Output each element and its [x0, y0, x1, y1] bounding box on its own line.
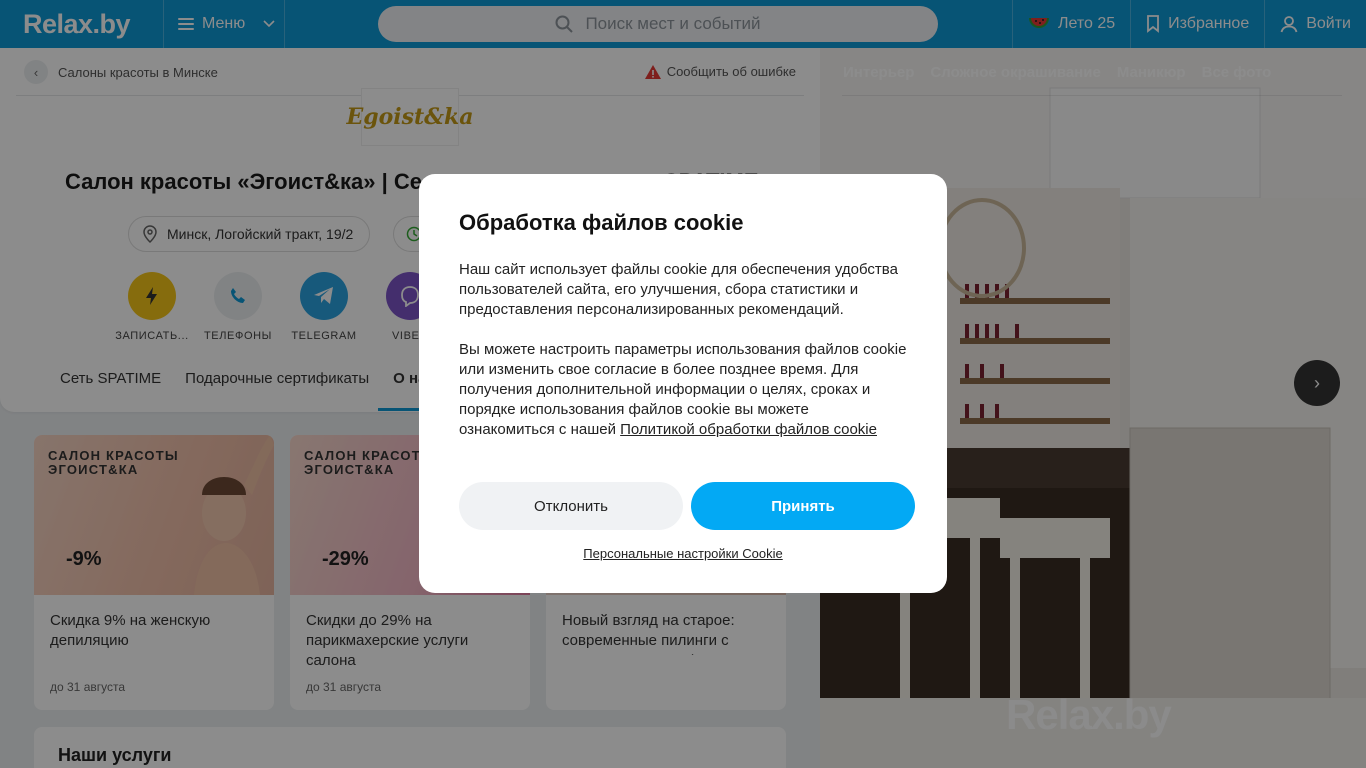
cookie-modal: Обработка файлов cookie Наш сайт использ…	[419, 174, 947, 593]
cookie-modal-title: Обработка файлов cookie	[459, 210, 744, 235]
cookie-policy-link[interactable]: Политикой обработки файлов cookie	[620, 421, 877, 438]
cookie-paragraph-2: Вы можете настроить параметры использова…	[459, 340, 907, 440]
decline-button[interactable]: Отклонить	[459, 482, 683, 530]
cookie-settings-link[interactable]: Персональные настройки Cookie	[419, 546, 947, 561]
cookie-buttons: Отклонить Принять	[459, 482, 915, 530]
cookie-modal-text: Наш сайт использует файлы cookie для обе…	[459, 260, 907, 440]
cookie-paragraph-1: Наш сайт использует файлы cookie для обе…	[459, 261, 898, 318]
accept-button[interactable]: Принять	[691, 482, 915, 530]
